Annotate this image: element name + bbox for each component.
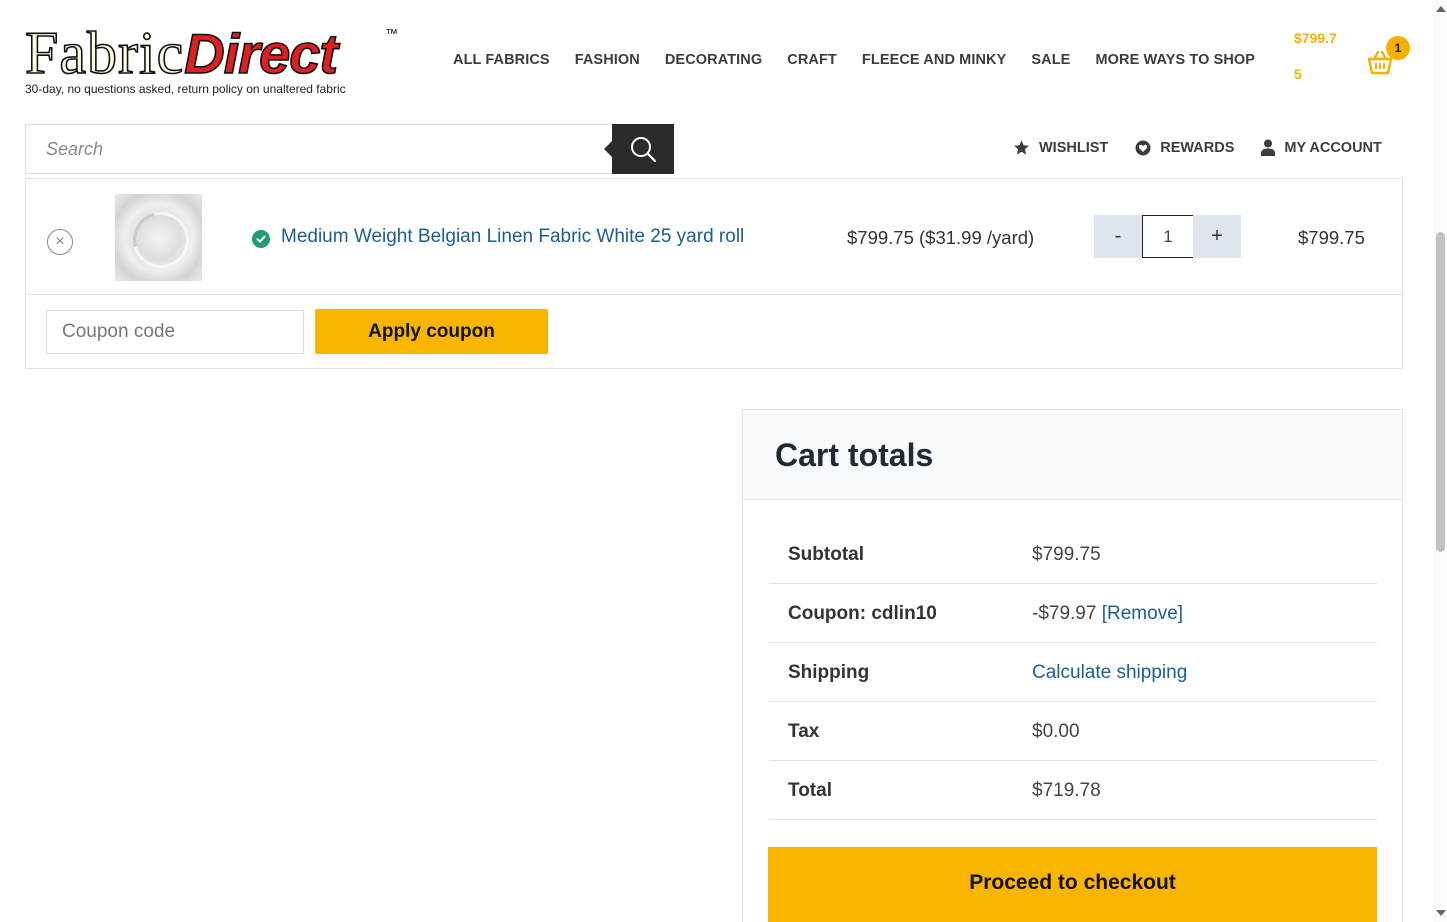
remove-coupon-link[interactable]: [Remove]	[1102, 603, 1183, 624]
nav-decorating[interactable]: DECORATING	[665, 52, 762, 68]
line-total: $799.75	[1298, 227, 1365, 248]
subtotal-value: $799.75	[1032, 544, 1101, 565]
my-account-label: MY ACCOUNT	[1284, 139, 1382, 156]
unit-price: $799.75 ($31.99 /yard)	[847, 227, 1035, 248]
utility-links: WISHLIST REWARDS MY ACCOUNT	[1013, 139, 1382, 156]
wishlist-link[interactable]: WISHLIST	[1013, 139, 1108, 156]
shipping-label: Shipping	[788, 662, 870, 683]
check-circle-icon	[252, 230, 270, 248]
cart-table: × Medium Weight Belgian Linen Fabric Whi…	[25, 178, 1403, 369]
page-scrollbar[interactable]	[1433, 0, 1447, 922]
scroll-down-arrow-icon[interactable]	[1436, 910, 1446, 916]
search-input[interactable]	[26, 125, 615, 173]
close-icon: ×	[55, 233, 65, 250]
nav-sale[interactable]: SALE	[1031, 52, 1070, 68]
trademark-symbol: ™	[385, 26, 398, 41]
nav-more-ways-to-shop[interactable]: MORE WAYS TO SHOP	[1095, 52, 1255, 68]
cart-count-badge: 1	[1386, 36, 1410, 60]
my-account-link[interactable]: MY ACCOUNT	[1261, 139, 1382, 156]
cart-totals-header: Cart totals	[743, 410, 1402, 500]
quantity-decrease-button[interactable]: -	[1094, 215, 1142, 258]
proceed-to-checkout-button[interactable]: Proceed to checkout	[768, 847, 1377, 922]
rewards-label: REWARDS	[1160, 139, 1235, 156]
coupon-discount-value: -$79.97	[1032, 603, 1097, 624]
tax-row: Tax $0.00	[769, 702, 1377, 761]
cart-totals-title: Cart totals	[775, 437, 934, 473]
cart-totals-table: Subtotal $799.75 Coupon: cdlin10 -$79.97…	[769, 525, 1377, 820]
nav-fleece-and-minky[interactable]: FLEECE AND MINKY	[862, 52, 1006, 68]
nav-all-fabrics[interactable]: ALL FABRICS	[453, 52, 550, 68]
coupon-value-wrap: -$79.97 [Remove]	[1032, 603, 1183, 625]
search-button[interactable]	[604, 124, 674, 174]
remove-item-button[interactable]: ×	[47, 229, 73, 255]
subtotal-label: Subtotal	[788, 544, 864, 565]
calculate-shipping-link[interactable]: Calculate shipping	[1032, 662, 1187, 684]
heart-badge-icon	[1135, 140, 1151, 155]
star-icon	[1014, 140, 1029, 155]
cart-item-row: × Medium Weight Belgian Linen Fabric Whi…	[26, 179, 1402, 295]
tax-value: $0.00	[1032, 721, 1080, 742]
quantity-input[interactable]	[1142, 215, 1194, 258]
coupon-label: Coupon: cdlin10	[788, 603, 937, 624]
search-icon	[631, 137, 657, 163]
shipping-row: Shipping Calculate shipping	[769, 643, 1377, 702]
cart-totals-panel: Cart totals Subtotal $799.75 Coupon: cdl…	[742, 409, 1403, 922]
total-row: Total $719.78	[769, 761, 1377, 820]
total-label: Total	[788, 780, 832, 801]
wishlist-label: WISHLIST	[1039, 139, 1109, 156]
rewards-link[interactable]: REWARDS	[1135, 139, 1234, 156]
logo-tagline: 30-day, no questions asked, return polic…	[25, 82, 346, 96]
scrollbar-thumb[interactable]	[1436, 232, 1445, 552]
coupon-code-input[interactable]	[46, 310, 304, 354]
coupon-row: Coupon: cdlin10 -$79.97 [Remove]	[769, 584, 1377, 643]
search-box	[25, 124, 615, 174]
logo-fabric-text: Fabric	[24, 20, 185, 86]
logo-direct-text: Direct	[183, 22, 338, 86]
product-thumbnail[interactable]	[115, 194, 202, 281]
logo-wordmark: FabricDirect	[24, 20, 339, 86]
main-nav: ALL FABRICS FASHION DECORATING CRAFT FLE…	[453, 52, 1255, 68]
scroll-up-arrow-icon[interactable]	[1436, 6, 1446, 12]
apply-coupon-button[interactable]: Apply coupon	[315, 309, 548, 354]
product-name-link[interactable]: Medium Weight Belgian Linen Fabric White…	[281, 226, 744, 248]
total-value: $719.78	[1032, 780, 1101, 801]
subtotal-row: Subtotal $799.75	[769, 525, 1377, 584]
user-icon	[1261, 139, 1276, 156]
nav-fashion[interactable]: FASHION	[575, 52, 640, 68]
quantity-increase-button[interactable]: +	[1193, 215, 1241, 258]
mini-cart-amount[interactable]: $799.7 5	[1294, 29, 1346, 101]
nav-craft[interactable]: CRAFT	[787, 52, 837, 68]
tax-label: Tax	[788, 721, 820, 742]
site-logo[interactable]: FabricDirect ™ 30-day, no questions aske…	[24, 20, 405, 102]
